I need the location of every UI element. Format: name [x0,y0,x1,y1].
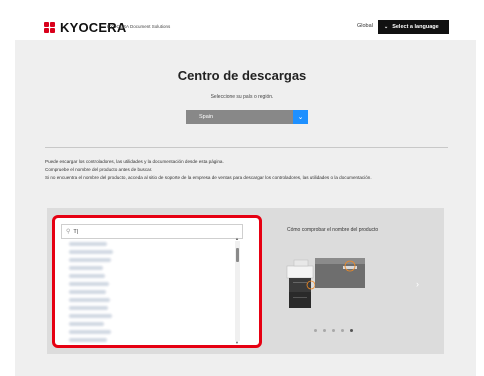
results-scrollbar[interactable] [235,241,240,341]
redacted-result-text [69,274,105,278]
page-subtitle: Seleccione su país o región. [210,94,274,100]
search-results-list [61,240,243,344]
search-result-item[interactable] [61,256,243,264]
carousel-dot[interactable] [350,329,353,332]
info-line: Compruebe el nombre del producto antes d… [45,167,153,172]
redacted-result-text [69,306,108,310]
search-result-item[interactable] [61,280,243,288]
scrollbar-thumb[interactable] [236,248,239,262]
product-search-box: ⚲ T| ▲ ▼ [52,215,262,348]
carousel-dot[interactable] [314,329,317,332]
search-result-item[interactable] [61,264,243,272]
redacted-result-text [69,258,111,262]
search-result-item[interactable] [61,248,243,256]
redacted-result-text [69,330,111,334]
search-result-item[interactable] [61,296,243,304]
printer-illustration [286,258,365,308]
page-title: Centro de descargas [177,68,307,83]
carousel-dot[interactable] [323,329,326,332]
info-line: Puede escargar los controladores, las ut… [45,159,224,164]
carousel-dot[interactable] [341,329,344,332]
search-result-item[interactable] [61,312,243,320]
redacted-result-text [69,322,104,326]
divider [45,147,448,148]
search-result-item[interactable] [61,336,243,344]
redacted-result-text [69,250,113,254]
redacted-result-text [69,338,107,342]
kyocera-logo-mark-icon [44,22,57,33]
product-search-input[interactable]: ⚲ T| [61,224,243,239]
region-select[interactable]: Spain ⌄ [186,110,308,124]
search-input-value: T| [73,228,79,235]
select-language-label: Select a language [392,24,439,30]
search-result-item[interactable] [61,304,243,312]
logo-subtitle: KYOCERA Document Solutions [107,24,171,29]
select-language-button[interactable]: ⌄ Select a language [378,20,449,34]
search-result-item[interactable] [61,328,243,336]
chevron-down-icon: ⌄ [384,24,389,30]
search-result-item[interactable] [61,240,243,248]
redacted-result-text [69,266,103,270]
carousel-dot[interactable] [332,329,335,332]
search-result-item[interactable] [61,320,243,328]
redacted-result-text [69,314,112,318]
redacted-result-text [69,290,106,294]
chevron-down-icon[interactable]: ⌄ [293,110,308,124]
redacted-result-text [69,242,107,246]
carousel-dots [314,329,353,332]
search-result-item[interactable] [61,288,243,296]
info-line: Si no encuentra el nombre del producto, … [45,175,372,180]
carousel-next-arrow-icon[interactable]: › [416,279,419,289]
help-title: Cómo comprobar el nombre del producto [287,227,379,233]
global-link[interactable]: Global [357,23,373,29]
search-result-item[interactable] [61,272,243,280]
redacted-result-text [69,282,109,286]
redacted-result-text [69,298,110,302]
site-header: KYOCERA KYOCERA Document Solutions Globa… [0,0,484,40]
info-text: Puede escargar los controladores, las ut… [45,158,372,182]
scroll-down-arrow-icon[interactable]: ▼ [235,340,239,345]
search-icon: ⚲ [66,229,71,235]
region-select-value: Spain [199,114,214,120]
